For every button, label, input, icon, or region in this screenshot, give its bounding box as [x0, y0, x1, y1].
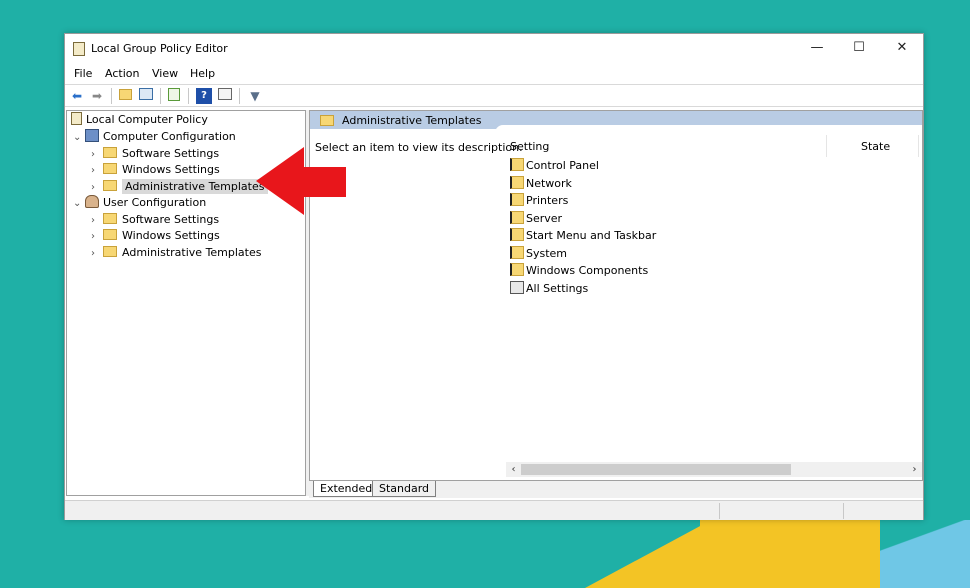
- window-title: Local Group Policy Editor: [91, 42, 228, 55]
- filter-icon[interactable]: ▼: [247, 88, 263, 104]
- policy-editor-icon: [73, 42, 85, 56]
- scroll-left-icon[interactable]: ‹: [506, 462, 521, 477]
- properties-icon[interactable]: [217, 88, 233, 104]
- title-bar: Local Group Policy Editor — ☐ ✕: [65, 34, 923, 64]
- folder-icon: [103, 229, 117, 240]
- folder-icon: [103, 163, 117, 174]
- computer-icon: [85, 129, 99, 142]
- list-item-server[interactable]: Server: [510, 211, 562, 227]
- folder-icon: [510, 158, 524, 171]
- menu-view[interactable]: View: [152, 67, 178, 80]
- chevron-right-icon[interactable]: ›: [91, 213, 103, 229]
- list-item-network[interactable]: Network: [510, 176, 572, 192]
- menu-help[interactable]: Help: [190, 67, 215, 80]
- toolbar: ⬅ ➡ ? ▼: [65, 84, 923, 107]
- settings-list-icon: [510, 281, 524, 294]
- status-divider: [843, 503, 844, 519]
- forward-icon[interactable]: ➡: [89, 88, 105, 104]
- close-button[interactable]: ✕: [880, 34, 924, 62]
- tree-item-uc-administrative-templates[interactable]: ›Administrative Templates: [91, 245, 262, 261]
- show-hide-tree-icon[interactable]: [138, 88, 154, 104]
- tab-extended[interactable]: Extended: [313, 481, 379, 497]
- policy-icon: [71, 112, 82, 125]
- column-header-state[interactable]: State: [861, 140, 890, 153]
- list-item-system[interactable]: System: [510, 246, 567, 262]
- menu-action[interactable]: Action: [105, 67, 139, 80]
- tab-standard[interactable]: Standard: [372, 481, 436, 497]
- minimize-button[interactable]: —: [795, 34, 839, 62]
- tree-item-computer-configuration[interactable]: ⌄Computer Configuration: [73, 129, 236, 145]
- scrollbar-thumb[interactable]: [521, 464, 791, 475]
- toolbar-separator: [239, 88, 240, 104]
- folder-icon: [510, 176, 524, 189]
- background-shape-yellow-fill: [700, 518, 880, 588]
- list-item-start-menu[interactable]: Start Menu and Taskbar: [510, 228, 656, 244]
- header-curve: [495, 125, 922, 133]
- details-header-title: Administrative Templates: [342, 114, 482, 127]
- list-item-control-panel[interactable]: Control Panel: [510, 158, 599, 174]
- gpedit-window: Local Group Policy Editor — ☐ ✕ File Act…: [64, 33, 924, 520]
- column-header-setting[interactable]: Setting: [510, 140, 549, 153]
- maximize-button[interactable]: ☐: [837, 34, 881, 62]
- folder-icon: [510, 263, 524, 276]
- background-shape-blue: [880, 520, 970, 588]
- folder-icon: [510, 211, 524, 224]
- folder-icon: [103, 180, 117, 191]
- chevron-right-icon[interactable]: ›: [91, 163, 103, 179]
- chevron-down-icon[interactable]: ⌄: [73, 196, 85, 212]
- chevron-right-icon[interactable]: ›: [91, 147, 103, 163]
- column-divider[interactable]: [918, 135, 919, 157]
- horizontal-scrollbar[interactable]: ‹ ›: [506, 462, 922, 477]
- list-item-printers[interactable]: Printers: [510, 193, 568, 209]
- red-pointer-arrow-icon: [256, 145, 348, 217]
- menu-bar: File Action View Help: [65, 64, 923, 84]
- back-icon[interactable]: ⬅: [69, 88, 85, 104]
- tree-item-cc-windows-settings[interactable]: ›Windows Settings: [91, 162, 220, 178]
- help-icon[interactable]: ?: [196, 88, 212, 104]
- folder-icon: [510, 228, 524, 241]
- status-bar: [65, 500, 923, 520]
- chevron-down-icon[interactable]: ⌄: [73, 130, 85, 146]
- toolbar-separator: [160, 88, 161, 104]
- folder-icon: [103, 246, 117, 257]
- chevron-right-icon[interactable]: ›: [91, 246, 103, 262]
- up-folder-icon[interactable]: [117, 88, 133, 104]
- tree-item-cc-administrative-templates[interactable]: ›Administrative Templates: [91, 179, 268, 195]
- folder-icon: [103, 147, 117, 158]
- chevron-right-icon[interactable]: ›: [91, 229, 103, 245]
- toolbar-separator: [111, 88, 112, 104]
- folder-icon: [510, 193, 524, 206]
- export-list-icon[interactable]: [166, 88, 182, 104]
- list-item-windows-components[interactable]: Windows Components: [510, 263, 648, 279]
- column-divider[interactable]: [826, 135, 827, 157]
- folder-icon: [510, 246, 524, 259]
- view-tabs: Extended Standard: [309, 480, 923, 498]
- scroll-right-icon[interactable]: ›: [907, 462, 922, 477]
- details-pane: Administrative Templates Select an item …: [309, 110, 923, 496]
- toolbar-separator: [188, 88, 189, 104]
- tree-item-uc-windows-settings[interactable]: ›Windows Settings: [91, 228, 220, 244]
- tree-item-uc-software-settings[interactable]: ›Software Settings: [91, 212, 219, 228]
- menu-file[interactable]: File: [74, 67, 92, 80]
- tree-item-cc-software-settings[interactable]: ›Software Settings: [91, 146, 219, 162]
- tree-item-user-configuration[interactable]: ⌄User Configuration: [73, 195, 206, 211]
- list-item-all-settings[interactable]: All Settings: [510, 281, 588, 297]
- user-icon: [85, 195, 99, 208]
- tree-root[interactable]: Local Computer Policy: [71, 112, 208, 128]
- status-divider: [719, 503, 720, 519]
- folder-icon: [103, 213, 117, 224]
- chevron-right-icon[interactable]: ›: [91, 180, 103, 196]
- folder-icon: [320, 115, 334, 126]
